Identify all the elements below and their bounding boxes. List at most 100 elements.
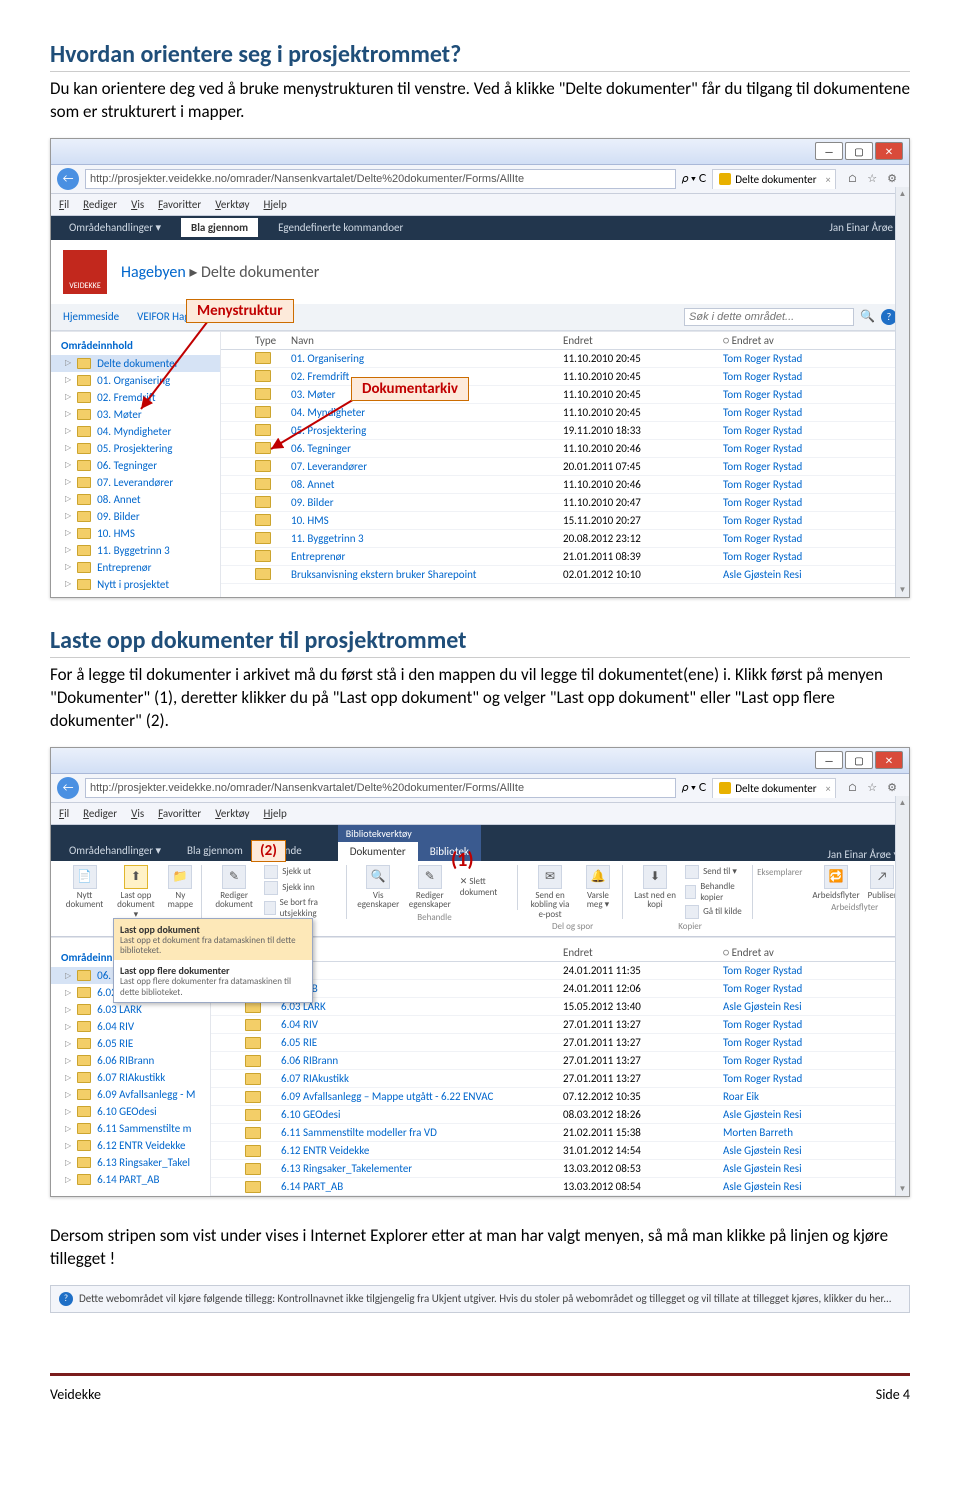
dd-last-opp-flere[interactable]: Last opp flere dokumenter Last opp flere… [114, 960, 312, 1002]
sidebar-item[interactable]: ▷11. Byggetrinn 3 [51, 542, 220, 559]
col-navn[interactable]: Navn [281, 946, 563, 959]
col-endret-av[interactable]: Endret av [723, 946, 903, 959]
search-input[interactable] [684, 308, 854, 326]
table-row[interactable]: 6.13 Ringsaker_Takelementer13.03.2012 08… [211, 1160, 909, 1178]
table-row[interactable]: 6.06 RIBrann27.01.2011 13:27Tom Roger Ry… [211, 1052, 909, 1070]
sidebar-item[interactable]: ▷09. Bilder [51, 508, 220, 525]
sidebar-item[interactable]: ▷07. Leverandører [51, 474, 220, 491]
table-row[interactable]: 6.03 LARK15.05.2012 13:40Asle Gjøstein R… [211, 998, 909, 1016]
table-row[interactable]: 08. Annet11.10.2010 20:46Tom Roger Rysta… [221, 476, 909, 494]
btn-last-ned[interactable]: ⬇Last ned en kopi [633, 865, 677, 919]
btn-nytt-dokument[interactable]: 📄Nytt dokument [63, 865, 106, 919]
col-navn[interactable]: Navn [291, 334, 563, 347]
btn-varsle[interactable]: 🔔Varsle meg ▾ [580, 865, 616, 919]
menu-rediger[interactable]: Rediger [83, 198, 117, 211]
close-tab-icon[interactable]: × [826, 173, 831, 186]
home-icon[interactable]: ⌂ [848, 781, 858, 794]
menu-rediger[interactable]: Rediger [83, 807, 117, 820]
sidebar-item[interactable]: ▷6.12 ENTR Veidekke [51, 1137, 210, 1154]
window-close[interactable] [875, 142, 903, 160]
table-row[interactable]: 6.09 Avfallsanlegg – Mappe utgått - 6.22… [211, 1088, 909, 1106]
btn-send-til[interactable]: Send til ▾ [685, 865, 746, 879]
bla-tab[interactable]: Bla gjennom [181, 218, 258, 237]
table-row[interactable]: ARK24.01.2011 11:35Tom Roger Rystad [211, 962, 909, 980]
sidebar-item[interactable]: ▷6.14 PART_AB [51, 1171, 210, 1188]
sidebar-item[interactable]: ▷6.07 RIAkustikk [51, 1069, 210, 1086]
btn-ny-mappe[interactable]: 📁Ny mappe [166, 865, 195, 919]
sidebar-item[interactable]: ▷Nytt i prosjektet [51, 576, 220, 593]
breadcrumb-site[interactable]: Hagebyen [121, 263, 186, 282]
sidebar-item[interactable]: ▷6.04 RIV [51, 1018, 210, 1035]
scrollbar[interactable] [895, 796, 909, 1196]
table-row[interactable]: 02. Fremdrift11.10.2010 20:45Tom Roger R… [221, 368, 909, 386]
table-row[interactable]: 6.07 RIAkustikk27.01.2011 13:27Tom Roger… [211, 1070, 909, 1088]
address-input[interactable] [85, 778, 676, 798]
table-row[interactable]: 6.12 ENTR Veidekke31.01.2012 14:54Asle G… [211, 1142, 909, 1160]
omrade-tab[interactable]: Områdehandlinger ▾ [59, 840, 171, 861]
sidebar-item[interactable]: ▷08. Annet [51, 491, 220, 508]
search-icon[interactable]: 🔍 [860, 309, 875, 324]
col-endret[interactable]: Endret [563, 946, 723, 959]
sidebar-item[interactable]: ▷6.05 RIE [51, 1035, 210, 1052]
btn-sjekk-ut[interactable]: Sjekk ut [264, 865, 340, 879]
egend-tab[interactable]: Egendefinerte kommandoer [268, 218, 413, 237]
bla-tab[interactable]: Bla gjennom [177, 840, 253, 861]
menu-vis[interactable]: Vis [131, 198, 144, 211]
sidebar-item[interactable]: ▷6.06 RIBrann [51, 1052, 210, 1069]
table-row[interactable]: 6.02 RIB24.01.2011 12:06Tom Roger Rystad [211, 980, 909, 998]
sidebar-item[interactable]: ▷10. HMS [51, 525, 220, 542]
btn-last-opp[interactable]: ⬆Last opp dokument ▾ [114, 865, 158, 919]
user-menu[interactable]: Jan Einar Årøe ▾ [829, 221, 901, 234]
menu-hjelp[interactable]: Hjelp [263, 807, 286, 820]
gear-icon[interactable]: ⚙ [887, 172, 897, 185]
btn-arbeidsflyter[interactable]: 🔁Arbeidsflyter [812, 865, 859, 900]
window-minimize[interactable] [815, 751, 843, 769]
table-row[interactable]: 6.05 RIE27.01.2011 13:27Tom Roger Rystad [211, 1034, 909, 1052]
btn-send-kobling[interactable]: ✉Send en kobling via e-post [528, 865, 572, 919]
window-minimize[interactable] [815, 142, 843, 160]
table-row[interactable]: 6.04 RIV27.01.2011 13:27Tom Roger Rystad [211, 1016, 909, 1034]
table-row[interactable]: 10. HMS15.11.2010 20:27Tom Roger Rystad [221, 512, 909, 530]
table-row[interactable]: 09. Bilder11.10.2010 20:47Tom Roger Ryst… [221, 494, 909, 512]
back-button[interactable]: ← [57, 777, 79, 799]
col-endret[interactable]: Endret [563, 334, 723, 347]
sidebar-item[interactable]: ▷6.09 Avfallsanlegg - M [51, 1086, 210, 1103]
close-tab-icon[interactable]: × [826, 782, 831, 795]
menu-verktøy[interactable]: Verktøy [215, 198, 249, 211]
favorites-icon[interactable]: ☆ [867, 781, 877, 794]
btn-behandle-kopier[interactable]: Behandle kopier [685, 881, 746, 903]
window-close[interactable] [875, 751, 903, 769]
table-row[interactable]: 11. Byggetrinn 320.08.2012 23:12Tom Roge… [221, 530, 909, 548]
window-maximize[interactable] [845, 751, 873, 769]
btn-ga-til-kilde[interactable]: Gå til kilde [685, 905, 746, 919]
col-endret-av[interactable]: Endret av [723, 334, 903, 347]
menu-favoritter[interactable]: Favoritter [158, 807, 201, 820]
btn-slett[interactable]: ✕ Slett dokument [460, 876, 511, 898]
window-maximize[interactable] [845, 142, 873, 160]
sidebar-item[interactable]: ▷6.11 Sammenstilte m [51, 1120, 210, 1137]
scrollbar[interactable] [895, 187, 909, 597]
btn-vis-egenskaper[interactable]: 🔍Vis egenskaper [357, 865, 400, 910]
table-row[interactable]: Entreprenør21.01.2011 08:39Tom Roger Rys… [221, 548, 909, 566]
sidebar-item[interactable]: ▷05. Prosjektering [51, 440, 220, 457]
menu-fil[interactable]: Fil [59, 807, 69, 820]
sidebar-item[interactable]: ▷6.10 GEOdesi [51, 1103, 210, 1120]
btn-rediger-egenskaper[interactable]: ✎Rediger egenskaper [408, 865, 452, 910]
table-row[interactable]: 01. Organisering11.10.2010 20:45Tom Roge… [221, 350, 909, 368]
menu-verktøy[interactable]: Verktøy [215, 807, 249, 820]
browser-tab[interactable]: Delte dokumenter × [712, 169, 835, 189]
omrade-tab[interactable]: Områdehandlinger ▾ [59, 218, 171, 237]
btn-publiser[interactable]: ↗Publiser [868, 865, 897, 900]
btn-sjekk-inn[interactable]: Sjekk inn [264, 881, 340, 895]
menu-favoritter[interactable]: Favoritter [158, 198, 201, 211]
sidebar-item[interactable]: ▷06. Tegninger [51, 457, 220, 474]
table-row[interactable]: 6.14 PART_AB13.03.2012 08:54Asle Gjøstei… [211, 1178, 909, 1196]
home-icon[interactable]: ⌂ [848, 172, 858, 185]
address-input[interactable] [85, 169, 676, 189]
table-row[interactable]: Bruksanvisning ekstern bruker Sharepoint… [221, 566, 909, 584]
tab-hjemmeside[interactable]: Hjemmeside [63, 310, 119, 323]
menu-fil[interactable]: Fil [59, 198, 69, 211]
favorites-icon[interactable]: ☆ [867, 172, 877, 185]
sidebar-item[interactable]: ▷6.13 Ringsaker_Takel [51, 1154, 210, 1171]
btn-forkast[interactable]: Se bort fra utsjekking [264, 897, 340, 919]
